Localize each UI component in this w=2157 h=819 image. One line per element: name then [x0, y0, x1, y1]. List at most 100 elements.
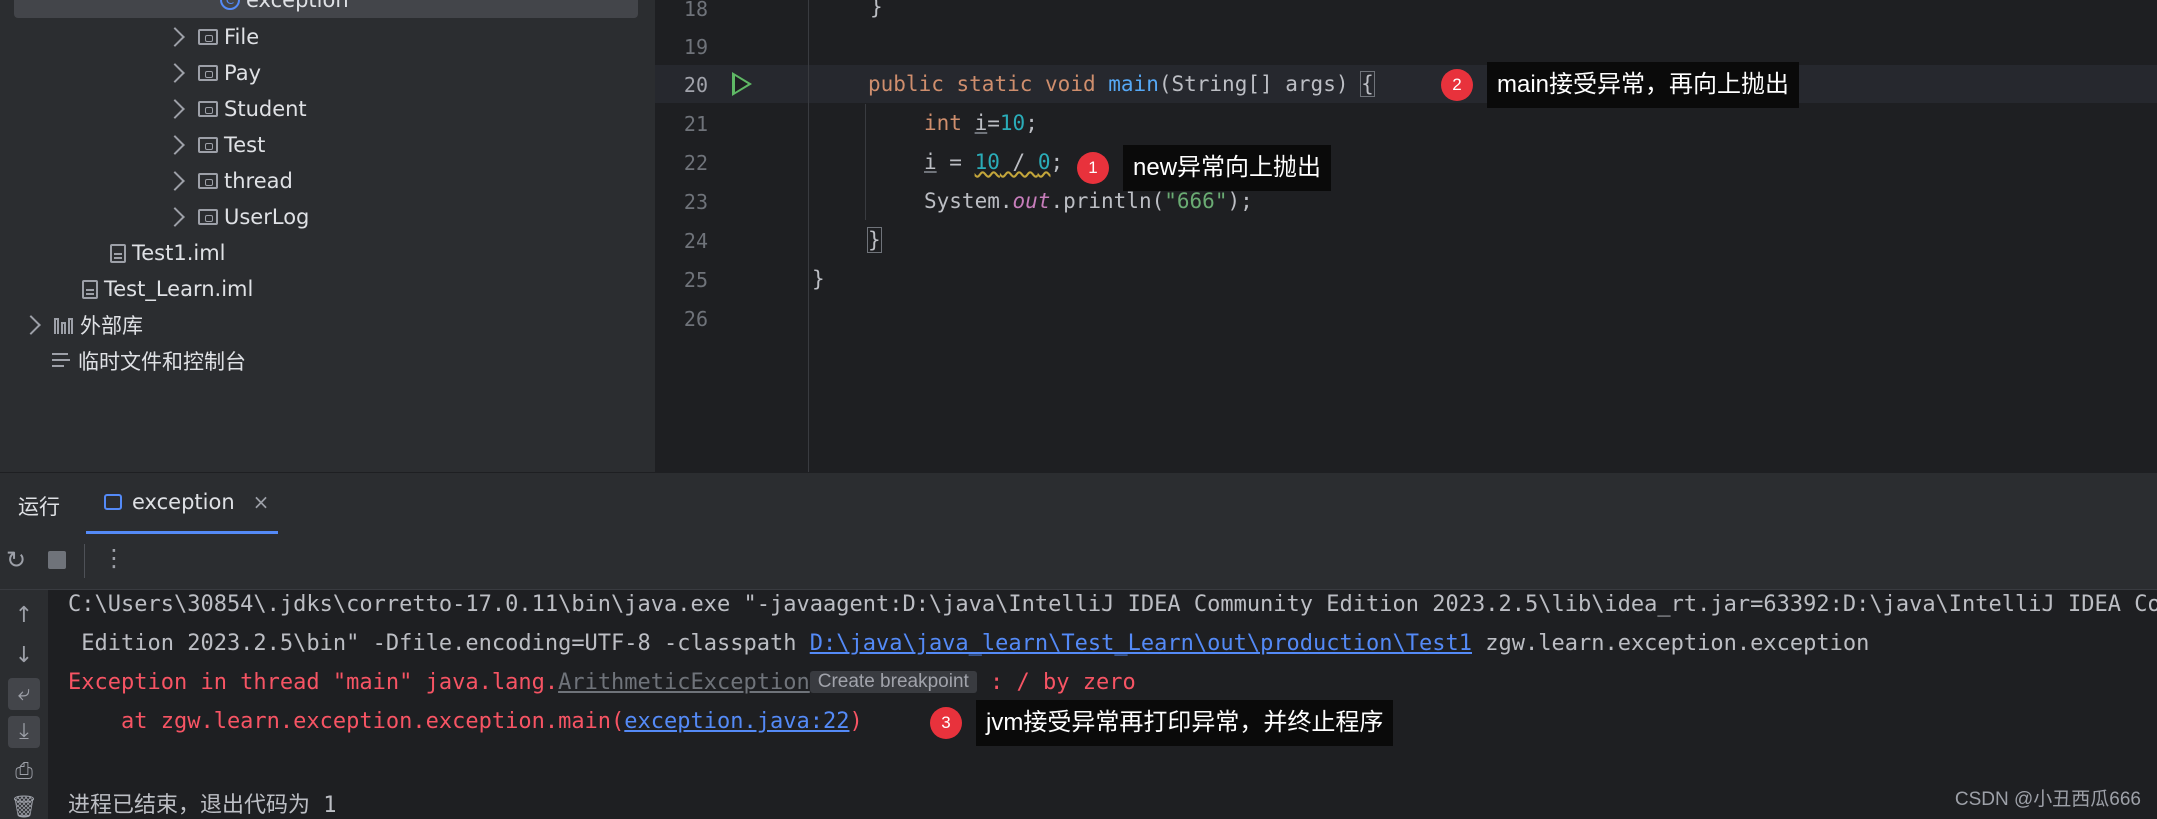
- code-close-paren: );: [1227, 189, 1253, 213]
- run-panel-header: 运行 exception ×: [0, 472, 2157, 535]
- code-number: 10: [974, 150, 1000, 174]
- code-number: 0: [1037, 150, 1051, 174]
- annotation-callout-1: 1 new异常向上抛出: [1077, 145, 1332, 191]
- code-operator: /: [999, 150, 1038, 174]
- console-text: : / by zero: [976, 670, 1136, 695]
- code-line-20: public static void main(String[] args) {: [868, 71, 1375, 97]
- tree-item-label: exception: [246, 0, 349, 12]
- code-line-21: int i=10;: [924, 111, 1038, 135]
- tree-item-label: thread: [224, 169, 293, 193]
- code-string: "666": [1164, 189, 1228, 213]
- tree-item-test-learn-iml[interactable]: Test_Learn.iml: [82, 271, 253, 307]
- code-brace: {: [1360, 71, 1375, 97]
- annotation-callout-2: 2 main接受异常，再向上抛出: [1441, 62, 1800, 108]
- tree-item-test1-iml[interactable]: Test1.iml: [110, 235, 226, 271]
- code-operator: =: [936, 150, 975, 174]
- print-icon[interactable]: ⎙: [8, 756, 40, 788]
- run-tab-exception[interactable]: exception ×: [86, 473, 278, 535]
- package-folder-icon: [198, 173, 218, 189]
- chevron-right-icon[interactable]: [165, 207, 185, 227]
- tree-item-exception[interactable]: C exception: [14, 0, 638, 18]
- line-number: 18: [683, 0, 708, 21]
- soft-wrap-icon[interactable]: ⤶: [8, 678, 40, 710]
- line-number: 20: [683, 73, 708, 97]
- gutter-divider: [808, 0, 809, 472]
- create-breakpoint-hint[interactable]: Create breakpoint: [809, 671, 977, 693]
- run-toolbar: ↻ ⋮: [0, 534, 2157, 590]
- code-variable: i: [974, 111, 988, 135]
- package-folder-icon: [198, 137, 218, 153]
- line-number: 23: [683, 190, 708, 214]
- package-folder-icon: [198, 209, 218, 225]
- arrow-down-icon[interactable]: ↓: [8, 640, 40, 672]
- tree-item-label: Test: [224, 133, 266, 157]
- line-number: 22: [683, 151, 708, 175]
- run-panel-title: 运行: [18, 495, 60, 519]
- code-semicolon: ;: [1025, 111, 1038, 135]
- tree-item-file[interactable]: File: [165, 19, 259, 55]
- console-tab-icon: [104, 494, 122, 510]
- annotation-text: main接受异常，再向上抛出: [1487, 62, 1800, 108]
- console-text: at zgw.learn.exception.exception.main(: [68, 709, 625, 734]
- annotation-text: new异常向上抛出: [1123, 145, 1332, 191]
- exception-class-link[interactable]: ArithmeticException: [558, 670, 810, 695]
- stacktrace-link[interactable]: exception.java:22: [624, 709, 849, 734]
- code-number: 10: [999, 111, 1026, 135]
- code-keyword: int: [924, 111, 962, 135]
- tree-item-pay[interactable]: Pay: [165, 55, 262, 91]
- tree-item-label: 临时文件和控制台: [78, 350, 246, 374]
- tree-item-label: Test_Learn.iml: [104, 277, 254, 301]
- scroll-to-end-icon[interactable]: ⤓: [8, 716, 40, 748]
- iml-file-icon: [82, 279, 98, 299]
- console-exit-line: 进程已结束，退出代码为 1: [68, 793, 337, 818]
- annotation-callout-3: 3 jvm接受异常再打印异常，并终止程序: [930, 700, 1394, 746]
- code-line-23: System.out.println("666");: [924, 189, 1253, 213]
- console-output[interactable]: C:\Users\30854\.jdks\corretto-17.0.11\bi…: [48, 590, 2157, 819]
- console-line: C:\Users\30854\.jdks\corretto-17.0.11\bi…: [68, 592, 2157, 617]
- tree-item-external-libraries[interactable]: 外部库: [21, 307, 143, 343]
- rerun-icon[interactable]: ↻: [6, 546, 26, 574]
- chevron-right-icon[interactable]: [165, 27, 185, 47]
- tree-item-userlog[interactable]: UserLog: [165, 199, 310, 235]
- code-keyword: static: [956, 72, 1033, 96]
- code-semicolon: ;: [1050, 150, 1064, 174]
- annotation-badge: 1: [1077, 152, 1109, 184]
- package-folder-icon: [198, 65, 218, 81]
- code-line-22: i = 10 / 0;: [924, 150, 1063, 174]
- annotation-badge: 2: [1441, 69, 1473, 101]
- chevron-right-icon[interactable]: [165, 99, 185, 119]
- classpath-link[interactable]: D:\java\java_learn\Test_Learn\out\produc…: [810, 631, 1472, 656]
- console-text: ): [849, 709, 863, 734]
- console-text: zgw.learn.exception.exception: [1472, 631, 1870, 656]
- run-main-gutter-icon[interactable]: [732, 72, 752, 96]
- trash-icon[interactable]: 🗑: [8, 792, 40, 819]
- line-number: 25: [683, 268, 708, 292]
- run-tab-label: exception: [132, 490, 235, 514]
- chevron-right-icon[interactable]: [21, 315, 41, 335]
- annotation-text: jvm接受异常再打印异常，并终止程序: [976, 700, 1394, 746]
- tree-item-label: 外部库: [80, 314, 143, 338]
- code-keyword: public: [868, 72, 944, 96]
- tree-item-test[interactable]: Test: [165, 127, 266, 163]
- tree-item-label: UserLog: [224, 205, 310, 229]
- code-class-ref: System.: [924, 189, 1013, 213]
- package-folder-icon: [198, 101, 218, 117]
- code-operator: =: [987, 111, 1000, 135]
- arrow-up-icon[interactable]: ↑: [8, 600, 40, 632]
- more-options-icon[interactable]: ⋮: [102, 544, 126, 572]
- package-folder-icon: [198, 29, 218, 45]
- chevron-right-icon[interactable]: [165, 135, 185, 155]
- line-number: 19: [683, 35, 708, 59]
- tree-item-label: Pay: [224, 61, 262, 85]
- tree-item-scratches[interactable]: 临时文件和控制台: [52, 343, 246, 379]
- chevron-right-icon[interactable]: [165, 171, 185, 191]
- tree-item-student[interactable]: Student: [165, 91, 307, 127]
- code-variable: i: [924, 150, 937, 174]
- close-icon[interactable]: ×: [253, 490, 270, 514]
- tree-item-thread[interactable]: thread: [165, 163, 293, 199]
- stop-icon[interactable]: [48, 551, 66, 569]
- chevron-right-icon[interactable]: [165, 63, 185, 83]
- iml-file-icon: [110, 243, 126, 263]
- console-error-line: Exception in thread "main" java.lang.Ari…: [68, 670, 1136, 695]
- console-text: Edition 2023.2.5\bin" -Dfile.encoding=UT…: [68, 631, 810, 656]
